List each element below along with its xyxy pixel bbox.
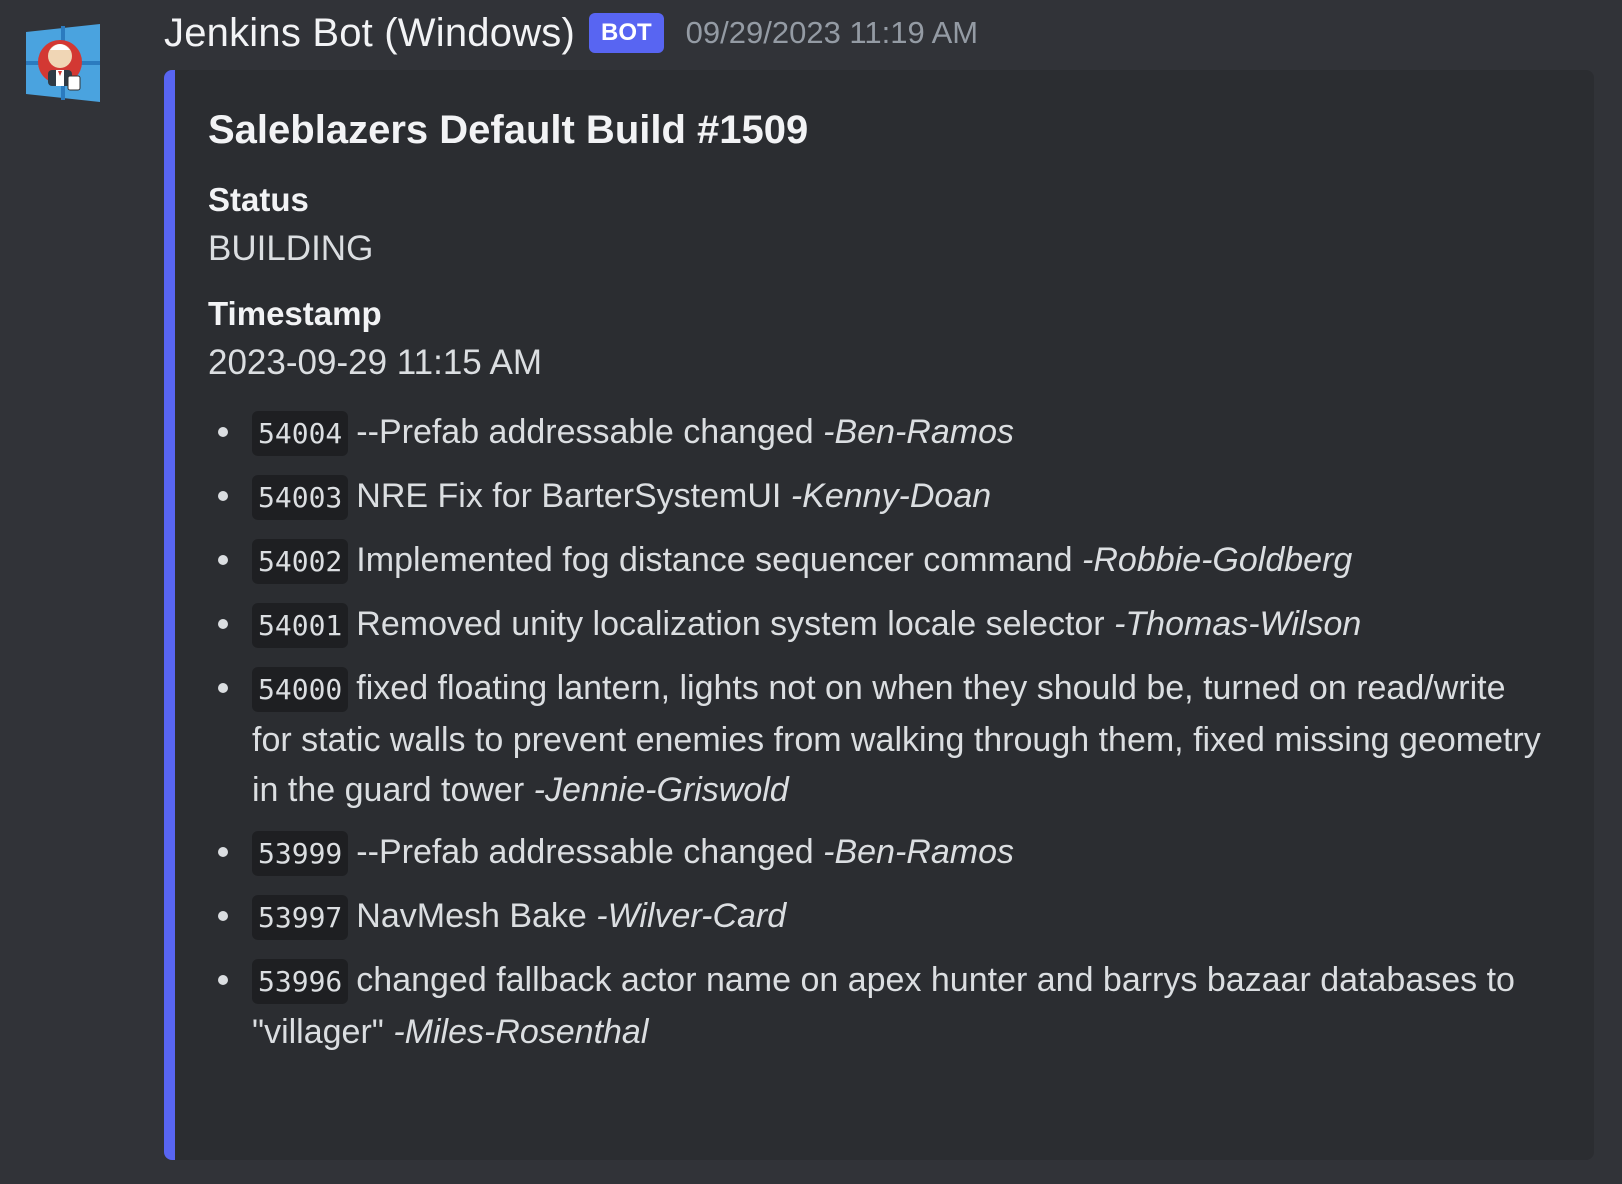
commit-message: NavMesh Bake xyxy=(356,897,587,935)
commit-id: 54002 xyxy=(252,539,349,584)
field-value-status: BUILDING xyxy=(208,229,374,268)
commit-item: 54002 Implemented fog distance sequencer … xyxy=(208,535,1554,587)
commit-author: -Wilver-Card xyxy=(596,897,787,935)
bullet-icon xyxy=(218,427,228,437)
bullet-icon xyxy=(218,683,228,693)
commit-id: 53996 xyxy=(252,959,349,1004)
commit-item: 53997 NavMesh Bake -Wilver-Card xyxy=(208,891,1554,943)
commit-author: -Ben-Ramos xyxy=(823,833,1014,871)
embed-title: Saleblazers Default Build #1509 xyxy=(208,108,809,152)
bullet-icon xyxy=(218,975,228,985)
commit-item: 53996 changed fallback actor name on apex… xyxy=(208,955,1554,1057)
commit-message: Implemented fog distance sequencer comma… xyxy=(356,541,1073,579)
commit-item: 54003 NRE Fix for BarterSystemUI -Kenny-D… xyxy=(208,471,1554,523)
commit-message: fixed floating lantern, lights not on wh… xyxy=(252,669,1541,809)
field-name-timestamp: Timestamp xyxy=(208,295,382,332)
commit-author: -Jennie-Griswold xyxy=(533,771,789,809)
commit-id: 53999 xyxy=(252,831,349,876)
bullet-icon xyxy=(218,911,228,921)
author-name[interactable]: Jenkins Bot (Windows) xyxy=(164,11,575,56)
chat-message: Jenkins Bot (Windows) BOT 09/29/2023 11:… xyxy=(164,0,1594,1160)
commit-message: Removed unity localization system locale… xyxy=(356,605,1105,643)
bullet-icon xyxy=(218,619,228,629)
embed-accent-bar xyxy=(164,70,175,1160)
commit-author: -Ben-Ramos xyxy=(823,413,1014,451)
commit-id: 54001 xyxy=(252,603,349,648)
build-embed: Saleblazers Default Build #1509 Status B… xyxy=(164,70,1594,1160)
commit-id: 54004 xyxy=(252,411,349,456)
message-timestamp[interactable]: 09/29/2023 11:19 AM xyxy=(686,15,978,51)
field-name-status: Status xyxy=(208,181,309,218)
commit-id: 54000 xyxy=(252,667,349,712)
jenkins-butler-icon xyxy=(26,24,100,102)
commit-author: -Kenny-Doan xyxy=(790,477,992,515)
commit-id: 54003 xyxy=(252,475,349,520)
message-header: Jenkins Bot (Windows) BOT 09/29/2023 11:… xyxy=(164,0,1594,66)
commit-id: 53997 xyxy=(252,895,349,940)
commit-item: 54004 --Prefab addressable changed -Ben-R… xyxy=(208,407,1554,459)
bullet-icon xyxy=(218,555,228,565)
commit-message: NRE Fix for BarterSystemUI xyxy=(356,477,782,515)
commit-item: 54001 Removed unity localization system l… xyxy=(208,599,1554,651)
commit-message: --Prefab addressable changed xyxy=(356,833,814,871)
commit-author: -Robbie-Goldberg xyxy=(1082,541,1353,579)
field-value-timestamp: 2023-09-29 11:15 AM xyxy=(208,343,543,382)
bullet-icon xyxy=(218,847,228,857)
bot-badge: BOT xyxy=(589,13,664,53)
commit-item: 53999 --Prefab addressable changed -Ben-R… xyxy=(208,827,1554,879)
commit-item: 54000 fixed floating lantern, lights not … xyxy=(208,663,1554,815)
avatar[interactable] xyxy=(24,24,102,102)
embed-content: Saleblazers Default Build #1509 Status B… xyxy=(208,108,1554,1069)
commit-author: -Thomas-Wilson xyxy=(1114,605,1362,643)
commit-list: 54004 --Prefab addressable changed -Ben-R… xyxy=(208,407,1554,1057)
commit-message: --Prefab addressable changed xyxy=(356,413,814,451)
bullet-icon xyxy=(218,491,228,501)
commit-author: -Miles-Rosenthal xyxy=(393,1013,649,1051)
